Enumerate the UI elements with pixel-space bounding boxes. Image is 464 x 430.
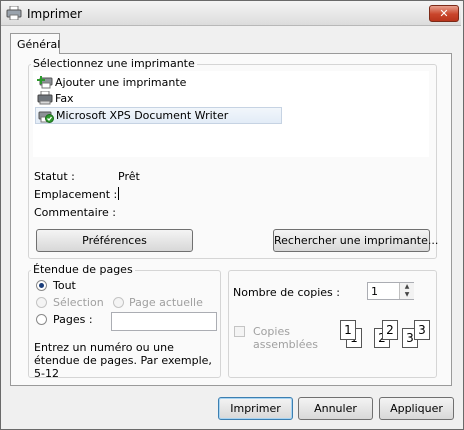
location-value-caret [118, 187, 119, 200]
copies-count-input[interactable]: 1 ▲ ▼ [367, 282, 414, 300]
default-printer-icon [38, 111, 54, 123]
pages-input[interactable] [111, 312, 217, 331]
radio-pages[interactable] [36, 314, 47, 325]
preferences-button[interactable]: Préférences [36, 229, 193, 252]
page-range-legend: Étendue de pages [31, 263, 135, 276]
collate-page-1b: 1 [340, 320, 356, 340]
collate-page-3b: 3 [414, 320, 430, 340]
printer-item-label: Microsoft XPS Document Writer [56, 109, 229, 122]
find-printer-button[interactable]: Rechercher une imprimante... [273, 229, 438, 252]
collate-illustration: 1 1 2 2 3 3 [338, 318, 438, 354]
add-printer-icon [37, 76, 53, 89]
printer-list[interactable]: Ajouter une imprimante Fax Microsoft XPS… [33, 71, 429, 157]
status-value: Prêt [118, 170, 140, 183]
close-button[interactable]: ✕ [429, 5, 459, 22]
tab-general-label: Général [17, 38, 61, 51]
collate-label: Copies assemblées [253, 325, 318, 351]
radio-all[interactable] [36, 280, 47, 291]
radio-current-page-label: Page actuelle [129, 296, 203, 309]
collate-checkbox[interactable] [234, 326, 245, 337]
collate-label-line2: assemblées [253, 338, 318, 351]
apply-button[interactable]: Appliquer [379, 397, 454, 420]
radio-pages-label: Pages : [53, 313, 93, 326]
fax-printer-icon [37, 91, 53, 105]
collate-label-line1: Copies [253, 325, 290, 338]
printer-item-label: Fax [55, 91, 74, 105]
status-label: Statut : [34, 170, 75, 183]
radio-all-label: Tout [53, 279, 76, 292]
printer-item-xps[interactable]: Microsoft XPS Document Writer [35, 107, 282, 124]
close-icon: ✕ [439, 7, 449, 20]
radio-selection-label: Sélection [53, 296, 104, 309]
collate-page-2b: 2 [382, 320, 398, 340]
copies-down-arrow-icon[interactable]: ▼ [399, 291, 414, 299]
print-button[interactable]: Imprimer [218, 397, 293, 420]
printer-item-fax[interactable]: Fax [37, 90, 74, 106]
radio-current-page[interactable] [113, 297, 124, 308]
printer-item-add[interactable]: Ajouter une imprimante [37, 74, 186, 90]
page-range-hint: Entrez un numéro ou une étendue de pages… [34, 341, 212, 380]
copies-count-label: Nombre de copies : [233, 286, 340, 299]
printer-item-label: Ajouter une imprimante [55, 75, 187, 89]
window-title: Imprimer [27, 7, 83, 21]
cancel-button[interactable]: Annuler [298, 397, 373, 420]
tab-general[interactable]: Général [10, 33, 60, 54]
location-label: Emplacement : [34, 188, 118, 201]
printer-icon [6, 6, 22, 20]
comment-label: Commentaire : [34, 206, 116, 219]
radio-selection[interactable] [36, 297, 47, 308]
printer-group-legend: Sélectionnez une imprimante [31, 57, 197, 70]
copies-count-value: 1 [371, 285, 378, 298]
title-bar[interactable]: Imprimer ✕ [1, 1, 461, 26]
